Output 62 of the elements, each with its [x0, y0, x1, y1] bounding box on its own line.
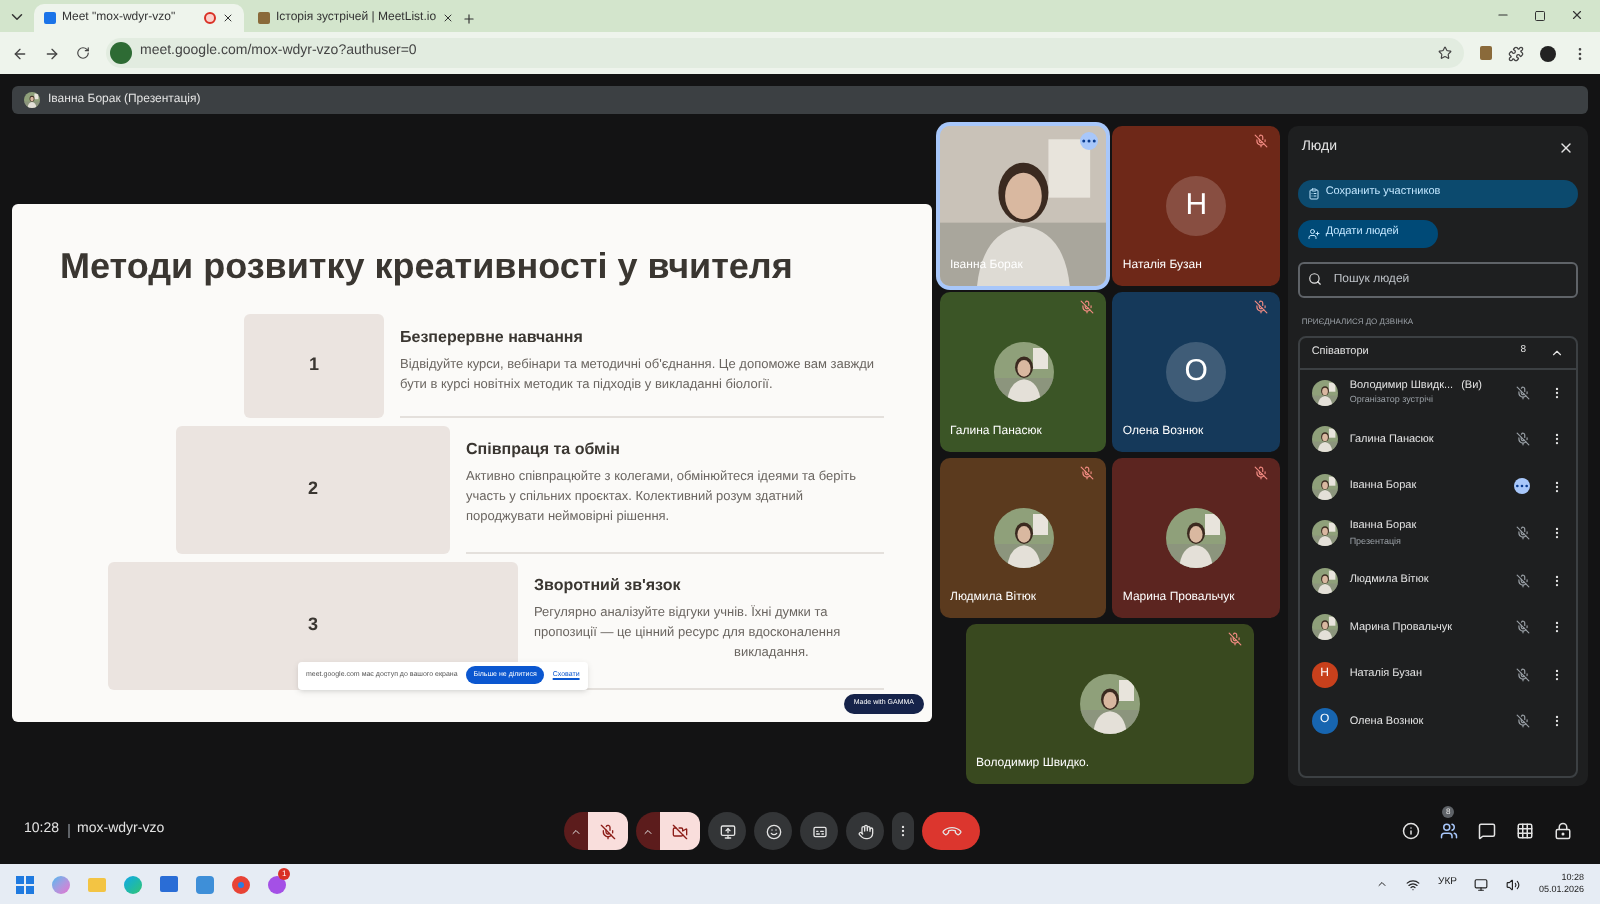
- step-heading: Безперервне навчання: [400, 325, 585, 349]
- maximize-icon[interactable]: [1534, 10, 1546, 22]
- info-icon[interactable]: [1402, 822, 1420, 840]
- smiley-icon: [765, 823, 781, 839]
- step-box: 2: [176, 425, 450, 553]
- close-icon[interactable]: [1570, 8, 1584, 22]
- hand-icon: [857, 823, 873, 839]
- avatar: Н: [1166, 176, 1227, 236]
- lock-icon[interactable]: [1554, 822, 1572, 840]
- more-options-icon[interactable]: [1550, 573, 1564, 588]
- present-screen-icon: [719, 823, 735, 839]
- chat-icon[interactable]: [1478, 822, 1496, 840]
- step-box: 1: [244, 313, 384, 417]
- more-options-icon[interactable]: [1550, 432, 1564, 447]
- mic-off-icon: [600, 823, 616, 839]
- raise-hand-button[interactable]: [846, 812, 884, 850]
- more-options-icon[interactable]: [1550, 667, 1564, 682]
- bookmark-icon[interactable]: [1438, 46, 1452, 60]
- step-heading: Зворотний зв'язок: [534, 573, 683, 597]
- clipboard-icon: [1307, 187, 1320, 199]
- volume-icon[interactable]: [1506, 877, 1521, 891]
- step-heading: Співпраця та обмін: [466, 437, 623, 461]
- camera-off-icon: [672, 823, 688, 839]
- extensions-icon[interactable]: [1508, 45, 1524, 61]
- microphone-button[interactable]: [588, 812, 628, 850]
- display-icon[interactable]: [1474, 877, 1489, 891]
- more-icon: [896, 824, 910, 838]
- close-icon[interactable]: [442, 12, 455, 24]
- people-icon[interactable]: [1440, 822, 1458, 840]
- forward-icon[interactable]: [44, 45, 60, 61]
- start-icon[interactable]: [16, 875, 34, 893]
- leave-call-button[interactable]: [922, 812, 980, 850]
- emoji-button[interactable]: [754, 812, 792, 850]
- tray-icon[interactable]: [1376, 878, 1389, 890]
- tab-list-icon[interactable]: [8, 8, 26, 26]
- tab-favicon-icon: [44, 12, 56, 24]
- new-tab-icon[interactable]: [462, 12, 476, 26]
- chevron-up-icon: [642, 825, 654, 837]
- reload-icon[interactable]: [76, 46, 90, 60]
- slide-title: Методи розвитку креативності у вчителя: [60, 243, 795, 290]
- more-options-icon[interactable]: [1550, 526, 1564, 541]
- present-button[interactable]: [708, 812, 746, 850]
- more-options-icon[interactable]: [1550, 620, 1564, 635]
- back-icon[interactable]: [12, 45, 28, 61]
- collapse-icon[interactable]: [1550, 345, 1564, 359]
- search-icon: [1307, 272, 1322, 286]
- more-options-icon[interactable]: [1550, 385, 1564, 400]
- minimize-icon[interactable]: [1496, 8, 1510, 22]
- more-options-icon[interactable]: [1550, 714, 1564, 729]
- close-icon[interactable]: [222, 12, 234, 24]
- tab-favicon-icon: [258, 12, 270, 24]
- wifi-icon[interactable]: [1406, 877, 1421, 891]
- captions-icon: [811, 823, 827, 839]
- site-info-icon[interactable]: [110, 42, 132, 64]
- chevron-up-icon: [570, 825, 582, 837]
- camera-button[interactable]: [660, 812, 700, 850]
- more-options-icon[interactable]: [1550, 479, 1564, 494]
- add-person-icon: [1307, 227, 1320, 239]
- profile-icon[interactable]: [1540, 45, 1556, 61]
- avatar: О: [1166, 342, 1227, 402]
- activities-icon[interactable]: [1516, 822, 1534, 840]
- captions-button[interactable]: [800, 812, 838, 850]
